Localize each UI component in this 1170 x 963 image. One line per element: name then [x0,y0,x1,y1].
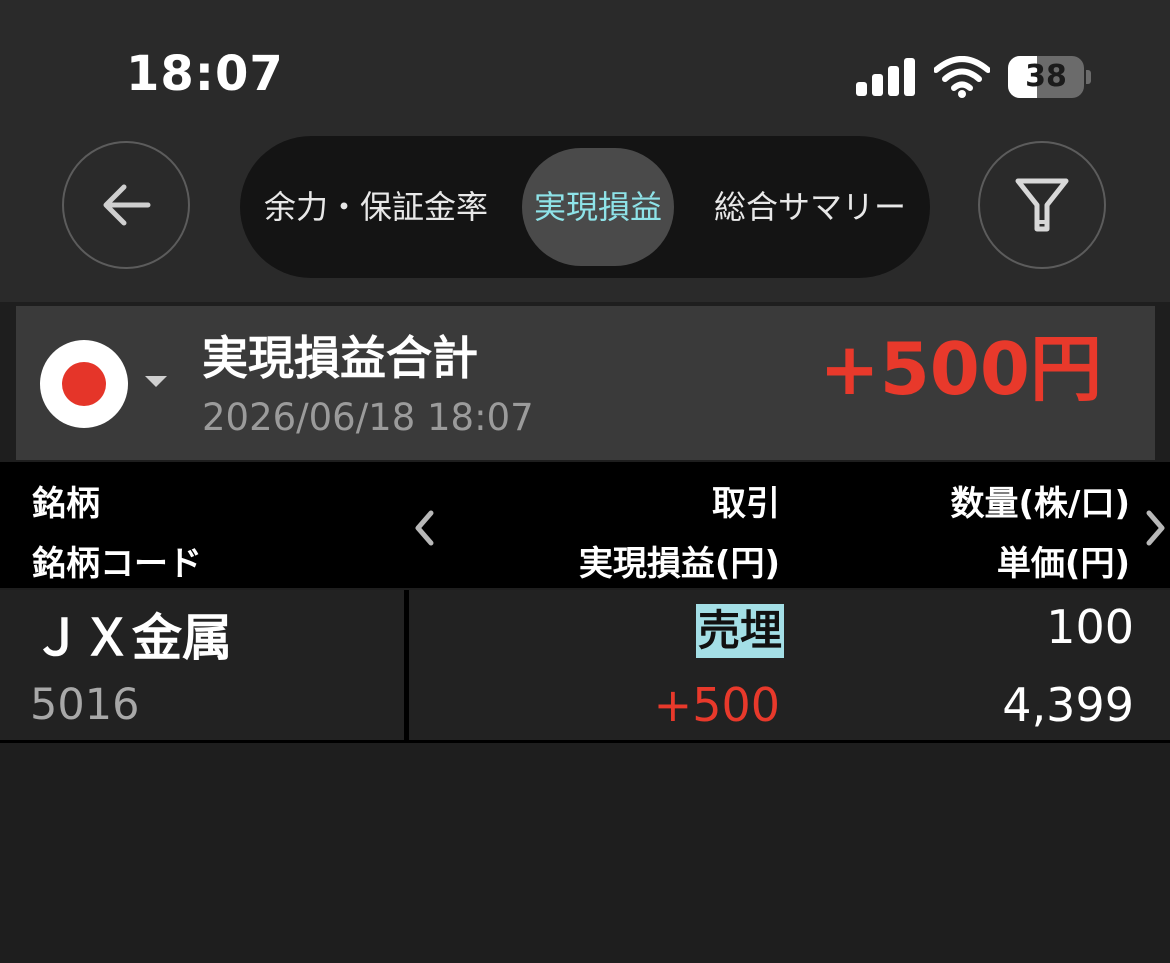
wifi-icon [934,56,990,98]
realized-pnl-value: +500 [653,678,780,732]
header-stock-code: 銘柄コード [32,544,202,584]
filter-icon [1015,178,1069,232]
back-button[interactable] [62,141,190,269]
chevron-left-icon[interactable] [414,510,434,546]
arrow-left-icon [103,184,151,226]
tab-realized-pnl[interactable]: 実現損益 [522,148,674,266]
header-trade: 取引 [712,484,780,524]
battery-cap [1086,70,1091,84]
chevron-down-icon[interactable] [145,376,167,387]
header-realized-pnl: 実現損益(円) [578,544,780,584]
tab-margin-rate[interactable]: 余力・保証金率 [264,136,488,278]
summary-datetime: 2026/06/18 18:07 [202,396,534,439]
filter-button[interactable] [978,141,1106,269]
row-divider [0,740,1170,743]
tab-total-summary[interactable]: 総合サマリー [714,136,906,278]
unit-price-value: 4,399 [1002,678,1134,732]
header-quantity: 数量(株/口) [950,484,1131,524]
summary-title: 実現損益合計 [202,331,478,385]
battery-icon: 38 [1008,56,1084,98]
quantity-value: 100 [1046,600,1134,654]
header-stock-name: 銘柄 [32,484,100,524]
status-bar: 18:07 38 [0,0,1170,130]
battery-percent: 38 [1025,59,1067,94]
stock-code: 5016 [30,680,140,730]
japan-flag-icon[interactable] [40,340,128,428]
tab-segment-control: 余力・保証金率 実現損益 総合サマリー [240,136,930,278]
chevron-right-icon[interactable] [1146,510,1166,546]
stock-name[interactable]: ＪＸ金属 [32,598,232,670]
cellular-signal-icon [856,58,916,96]
app-screen: 18:07 38 余力・保証金率 実現損益 総合サマリー 実現損益合計 2026… [0,0,1170,963]
status-time: 18:07 [126,46,284,102]
header-unit-price: 単価(円) [996,544,1130,584]
summary-total-value: +500円 [819,327,1102,411]
trade-type-badge: 売埋 [695,604,784,658]
nav-header: 余力・保証金率 実現損益 総合サマリー [0,130,1170,302]
column-divider [404,590,409,742]
